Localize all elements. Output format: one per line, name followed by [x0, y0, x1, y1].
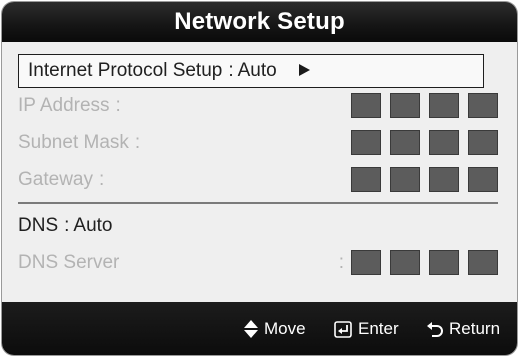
ip-octet [468, 93, 498, 118]
dns-value: Auto [73, 215, 113, 236]
enter-label: Enter [358, 319, 399, 338]
section-divider [18, 202, 498, 204]
return-hint: Return [427, 319, 500, 339]
subnet-octet [468, 130, 498, 155]
dns-octet [468, 250, 498, 275]
dns-server-label: DNS Server [18, 252, 120, 273]
network-setup-dialog: Network Setup Internet Protocol Setup: Au… [2, 2, 517, 355]
dns-octet [351, 250, 381, 275]
subnet-mask-field [342, 130, 498, 156]
gateway-octet [429, 167, 459, 192]
key-guide-bar: Move Enter Return [2, 302, 517, 355]
menu-item-ip-address: IP Address: [18, 90, 498, 122]
protocol-label: Internet Protocol Setup [28, 60, 223, 81]
protocol-separator: : [228, 60, 234, 81]
dns-server-field [342, 250, 498, 276]
dns-octet [390, 250, 420, 275]
gateway-separator: : [98, 169, 105, 190]
ip-octet [390, 93, 420, 118]
subnet-octet [351, 130, 381, 155]
subnet-mask-label: Subnet Mask [18, 132, 129, 153]
gateway-octet [351, 167, 381, 192]
move-label: Move [264, 319, 306, 338]
ip-address-label: IP Address [18, 95, 110, 116]
menu-item-dns-server: DNS Server : [18, 247, 498, 279]
dialog-title: Network Setup [2, 2, 517, 42]
subnet-octet [390, 130, 420, 155]
enter-hint: Enter [334, 319, 399, 339]
return-label: Return [449, 319, 501, 338]
gateway-field [342, 167, 498, 193]
ip-octet [351, 93, 381, 118]
gateway-octet [390, 167, 420, 192]
up-down-arrows-icon [244, 320, 258, 338]
enter-icon [334, 320, 352, 338]
ip-address-field [342, 93, 498, 119]
menu-item-dns[interactable]: DNS: Auto [18, 210, 498, 242]
ip-address-separator: : [115, 95, 121, 116]
subnet-octet [429, 130, 459, 155]
menu-item-internet-protocol-setup[interactable]: Internet Protocol Setup: Auto [18, 54, 484, 88]
dns-label: DNS [18, 215, 59, 236]
ip-octet [429, 93, 459, 118]
menu-item-gateway: Gateway: [18, 164, 498, 196]
menu-item-subnet-mask: Subnet Mask: [18, 127, 498, 159]
return-icon [427, 321, 443, 338]
dns-separator: : [64, 215, 70, 236]
move-hint: Move [244, 319, 306, 339]
subnet-mask-separator: : [134, 132, 141, 153]
protocol-value: Auto [237, 60, 277, 81]
gateway-octet [468, 167, 498, 192]
settings-panel: Internet Protocol Setup: Auto IP Address:… [2, 42, 517, 304]
dns-octet [429, 250, 459, 275]
gateway-label: Gateway [18, 169, 93, 190]
right-triangle-icon[interactable] [299, 63, 310, 76]
